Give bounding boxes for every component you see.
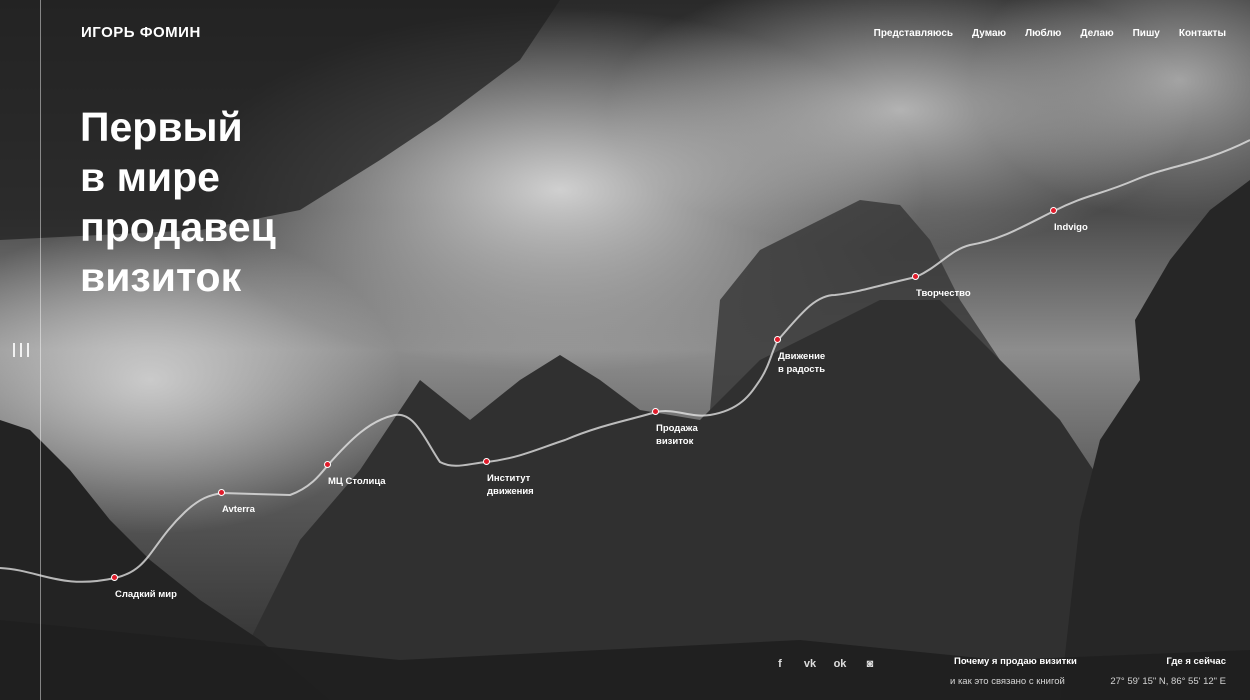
- career-path-line: [0, 139, 1250, 583]
- milestone-dot[interactable]: [324, 461, 331, 468]
- why-subtitle: и как это связано с книгой: [950, 676, 1065, 687]
- where-block[interactable]: Где я сейчас 27° 59' 15" N, 86° 55' 12" …: [1110, 652, 1226, 692]
- milestone-label: МЦ Столица: [328, 476, 386, 487]
- where-title[interactable]: Где я сейчас: [1110, 652, 1226, 672]
- social-links: f vk ok ◙: [773, 658, 877, 670]
- where-coordinates: 27° 59' 15" N, 86° 55' 12" E: [1110, 676, 1226, 687]
- facebook-icon[interactable]: f: [773, 658, 787, 670]
- milestone-dot[interactable]: [1050, 207, 1057, 214]
- instagram-icon[interactable]: ◙: [863, 658, 877, 670]
- milestone-dot[interactable]: [218, 489, 225, 496]
- milestone-dot[interactable]: [912, 273, 919, 280]
- odnoklassniki-icon[interactable]: ok: [833, 658, 847, 670]
- milestone-dot[interactable]: [652, 408, 659, 415]
- milestone-label: Avterra: [222, 504, 255, 515]
- milestone-label: Институт движения: [487, 473, 534, 497]
- milestone-dot[interactable]: [111, 574, 118, 581]
- milestone-label: Продажа визиток: [656, 423, 698, 447]
- milestone-label: Сладкий мир: [115, 589, 177, 600]
- why-title[interactable]: Почему я продаю визитки: [950, 652, 1077, 672]
- milestone-dot[interactable]: [483, 458, 490, 465]
- milestone-label: Творчество: [916, 288, 971, 299]
- milestone-label: Движение в радость: [778, 351, 826, 375]
- milestone-dot[interactable]: [774, 336, 781, 343]
- why-block[interactable]: Почему я продаю визитки и как это связан…: [950, 652, 1077, 692]
- vk-icon[interactable]: vk: [803, 658, 817, 670]
- milestone-label: Indvigo: [1054, 222, 1088, 233]
